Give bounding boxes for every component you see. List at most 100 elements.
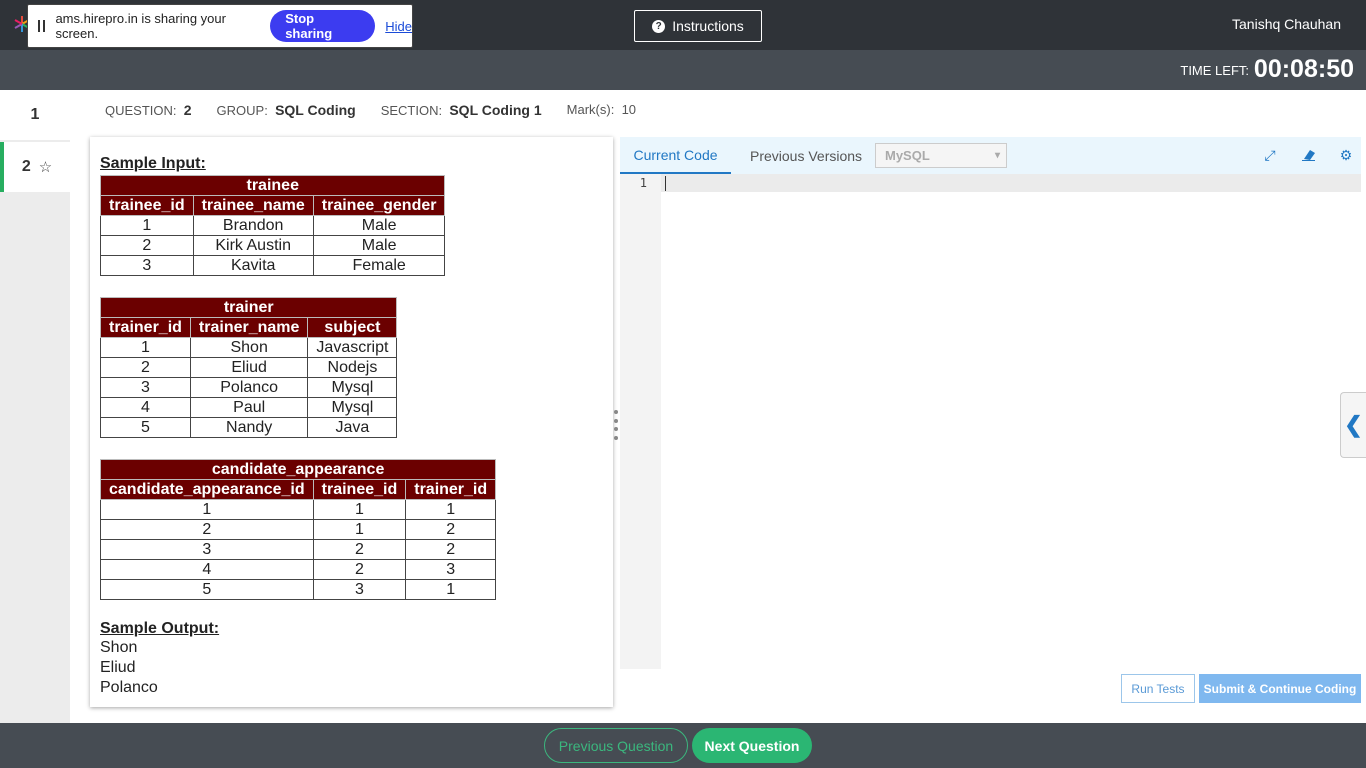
table-cell: 2 [100,519,314,540]
previous-question-button[interactable]: Previous Question [544,728,688,763]
question-meta: QUESTION: 2 GROUP: SQL Coding SECTION: S… [105,102,636,118]
table-cell: 4 [100,397,191,418]
column-header: candidate_appearance_id [100,479,314,500]
submit-continue-button[interactable]: Submit & Continue Coding [1199,674,1361,703]
table-cell: 1 [100,215,194,236]
sample-output: Shon Eliud Polanco [100,638,613,698]
table-cell: 5 [100,417,191,438]
meta-question: QUESTION: 2 [105,102,192,118]
question-circle-icon: ? [652,19,666,33]
chevron-down-icon: ▾ [994,150,1000,161]
language-select[interactable]: MySQL ▾ [875,143,1007,168]
table-cell: 2 [405,519,497,540]
column-header: trainee_gender [312,195,446,216]
column-header: trainer_id [100,317,191,338]
table-cell: 1 [312,519,407,540]
table-cell: 1 [100,337,191,358]
instructions-button[interactable]: ? Instructions [634,10,762,42]
column-header: trainee_id [100,195,194,216]
table-cell: Male [312,215,446,236]
table-row: 322 [100,539,497,560]
table-cell: 3 [405,559,497,580]
tab-current-code[interactable]: Current Code [620,137,731,174]
table-cell: Brandon [192,215,314,236]
table-cell: Male [312,235,446,256]
hide-share-bar-link[interactable]: Hide [385,19,412,34]
table-cell: 1 [100,499,314,520]
table-cell: Javascript [307,337,398,358]
output-line: Shon [100,639,138,656]
question-nav-item-2[interactable]: 2 ☆ [0,142,70,192]
share-status-text: ams.hirepro.in is sharing your screen. [55,11,226,41]
meta-group: GROUP: SQL Coding [216,102,356,118]
table-cell: 2 [405,539,497,560]
table-row: 423 [100,559,497,580]
text-cursor [665,176,666,191]
table-row: 2 Eliud Nodejs [100,357,398,378]
screen-share-bar: ams.hirepro.in is sharing your screen. S… [27,4,413,48]
expand-icon[interactable]: ⤢ [1262,147,1278,163]
panel-resize-handle[interactable] [614,410,618,440]
table-row: 212 [100,519,497,540]
pause-icon[interactable] [38,20,47,32]
instructions-label: Instructions [672,18,744,34]
table-cell: 3 [312,579,407,600]
table-cell: Nodejs [307,357,398,378]
table-cell: 1 [312,499,407,520]
question-number: 2 [21,158,31,175]
table-cell: 3 [100,539,314,560]
tab-previous-versions[interactable]: Previous Versions [750,137,862,174]
output-line: Eliud [100,659,136,676]
table-row: 531 [100,579,497,600]
star-icon[interactable]: ☆ [39,158,52,176]
meta-marks: Mark(s): 10 [566,102,637,117]
time-left-label: TIME LEFT: [1180,63,1249,78]
table-row: 3 Kavita Female [100,255,446,276]
table-cell: Polanco [189,377,309,398]
sample-tables: trainee trainee_id trainee_name trainee_gen… [99,175,613,600]
question-nav-item-1[interactable]: 1 [0,90,70,140]
table-row: 5 Nandy Java [100,417,398,438]
table-cell: Shon [189,337,309,358]
meta-section: SECTION: SQL Coding 1 [380,102,542,118]
table-title: trainer [99,297,398,318]
table-candidate-appearance: candidate_appearance candidate_appearance… [99,459,497,600]
table-cell: 1 [405,499,497,520]
table-cell: 2 [312,539,407,560]
table-trainer: trainer trainer_id trainer_name subject 1 Sho… [99,297,398,438]
line-number: 1 [639,176,647,190]
main-area: QUESTION: 2 GROUP: SQL Coding SECTION: S… [70,90,1366,723]
next-question-button[interactable]: Next Question [692,728,812,763]
table-cell: Mysql [307,377,398,398]
settings-gear-icon[interactable]: ⚙ [1338,147,1354,163]
code-editor[interactable]: 1 [620,174,1361,669]
question-nav: 1 2 ☆ [0,90,70,723]
run-tests-button[interactable]: Run Tests [1121,674,1195,703]
collapse-panel-chevron-icon[interactable]: ❮ [1340,392,1366,458]
username[interactable]: Tanishq Chauhan [1232,16,1341,32]
table-cell: 2 [100,235,194,256]
line-gutter: 1 [620,174,661,669]
table-row: 1 Shon Javascript [100,337,398,358]
language-value: MySQL [885,148,930,163]
top-bar: ams.hirepro.in is sharing your screen. S… [0,0,1366,50]
sample-input-heading: Sample Input: [100,155,206,172]
table-cell: Female [312,255,446,276]
table-cell: Paul [189,397,309,418]
stop-sharing-button[interactable]: Stop sharing [270,10,376,42]
table-cell: Kirk Austin [192,235,314,256]
editor-toolbar: Current Code Previous Versions MySQL ▾ ⤢… [620,137,1361,174]
active-line-highlight [620,174,1361,192]
question-number: 1 [30,106,40,123]
table-row: 111 [100,499,497,520]
column-header: trainer_name [189,317,309,338]
eraser-icon[interactable] [1301,147,1317,163]
table-row: 2 Kirk Austin Male [100,235,446,256]
column-header: trainer_id [405,479,497,500]
table-cell: Kavita [192,255,314,276]
table-cell: 2 [312,559,407,580]
timer-bar: TIME LEFT: 00:08:50 [0,50,1366,90]
time-left-value: 00:08:50 [1253,55,1354,83]
table-title: trainee [99,175,446,196]
table-row: 3 Polanco Mysql [100,377,398,398]
